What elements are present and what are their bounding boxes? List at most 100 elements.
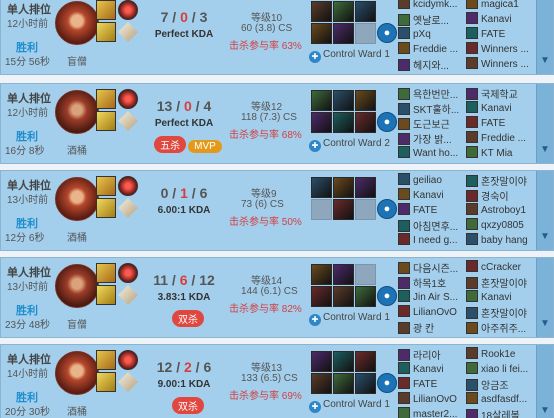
player-red[interactable]: 혼잣말이야	[466, 275, 536, 291]
player-red[interactable]: Rook1e	[466, 347, 536, 363]
item-slot[interactable]	[311, 351, 332, 372]
player-red[interactable]: Winners ...	[466, 57, 536, 73]
flash-spell-icon[interactable]	[96, 263, 116, 283]
player-blue[interactable]: Want ho...	[398, 146, 468, 162]
item-slot[interactable]	[355, 373, 376, 394]
champion-portrait[interactable]	[55, 90, 99, 134]
match-row[interactable]: 单人排位 13小时前 胜利 23分 48秒 盲僧 11 / 6 / 12 3.8…	[0, 257, 554, 338]
smite-spell-icon[interactable]	[96, 285, 116, 305]
expand-button[interactable]: ▼	[536, 345, 553, 418]
player-blue[interactable]: geiliao	[398, 173, 468, 189]
player-blue[interactable]: LilianOvO	[398, 305, 468, 321]
trinket-icon[interactable]: ●	[377, 112, 397, 132]
item-slot[interactable]	[355, 351, 376, 372]
match-row[interactable]: 单人排位 14小时前 胜利 20分 30秒 酒桶 12 / 2 / 6 9.00…	[0, 344, 554, 418]
item-slot[interactable]	[355, 264, 376, 285]
player-blue[interactable]: 가장 밝...	[398, 131, 468, 147]
player-red[interactable]: 아주쥐주...	[466, 320, 536, 336]
keystone-rune-icon[interactable]	[118, 89, 138, 109]
item-slot[interactable]	[311, 199, 332, 220]
smite-spell-icon[interactable]	[96, 372, 116, 392]
player-blue[interactable]: Jin Air S...	[398, 290, 468, 306]
item-slot[interactable]	[333, 112, 354, 133]
secondary-rune-icon[interactable]	[118, 22, 138, 42]
item-slot[interactable]	[333, 286, 354, 307]
champion-portrait[interactable]	[55, 177, 99, 221]
secondary-rune-icon[interactable]	[118, 372, 138, 392]
player-red[interactable]: qxzy0805	[466, 218, 536, 234]
keystone-rune-icon[interactable]	[118, 0, 138, 20]
keystone-rune-icon[interactable]	[118, 176, 138, 196]
item-slot[interactable]	[333, 264, 354, 285]
flash-spell-icon[interactable]	[96, 176, 116, 196]
item-slot[interactable]	[333, 23, 354, 44]
player-blue[interactable]: I need g...	[398, 233, 468, 249]
player-red[interactable]: asdfasdf...	[466, 392, 536, 408]
item-slot[interactable]	[311, 1, 332, 22]
item-slot[interactable]	[355, 286, 376, 307]
expand-button[interactable]: ▼	[536, 0, 553, 74]
player-red[interactable]: Kanavi	[466, 101, 536, 117]
expand-button[interactable]: ▼	[536, 84, 553, 163]
player-blue[interactable]: 광 칸	[398, 320, 468, 336]
item-slot[interactable]	[355, 177, 376, 198]
champion-portrait[interactable]	[55, 264, 99, 308]
player-blue[interactable]: 하목1호	[398, 275, 468, 291]
trinket-icon[interactable]: ●	[377, 199, 397, 219]
player-blue[interactable]: SKT훌하...	[398, 101, 468, 117]
player-red[interactable]: KT Mia	[466, 146, 536, 162]
trinket-icon[interactable]: ●	[377, 23, 397, 43]
item-slot[interactable]	[333, 177, 354, 198]
player-blue[interactable]: Kanavi	[398, 188, 468, 204]
smite-spell-icon[interactable]	[96, 198, 116, 218]
trinket-icon[interactable]: ●	[377, 373, 397, 393]
item-slot[interactable]	[333, 90, 354, 111]
secondary-rune-icon[interactable]	[118, 111, 138, 131]
player-blue[interactable]: 헤지와...	[398, 57, 468, 73]
item-slot[interactable]	[355, 1, 376, 22]
player-red[interactable]: xiao li fei...	[466, 362, 536, 378]
player-red[interactable]: 18살레볼	[466, 407, 536, 418]
player-red[interactable]: Winners ...	[466, 42, 536, 58]
item-slot[interactable]	[311, 90, 332, 111]
champion-portrait[interactable]	[55, 351, 99, 395]
flash-spell-icon[interactable]	[96, 89, 116, 109]
player-blue[interactable]: FATE	[398, 377, 468, 393]
item-slot[interactable]	[333, 199, 354, 220]
item-slot[interactable]	[355, 199, 376, 220]
expand-button[interactable]: ▼	[536, 171, 553, 250]
player-blue[interactable]: 욕한번만...	[398, 86, 468, 102]
player-red[interactable]: Astroboy1	[466, 203, 536, 219]
player-red[interactable]: 앙금조	[466, 377, 536, 393]
player-blue[interactable]: 라리아	[398, 347, 468, 363]
item-slot[interactable]	[311, 286, 332, 307]
player-red[interactable]: 혼잣말이야	[466, 173, 536, 189]
player-red[interactable]: FATE	[466, 116, 536, 132]
match-row[interactable]: 单人排位 12小时前 胜利 16分 8秒 酒桶 13 / 0 / 4 Perfe…	[0, 83, 554, 164]
expand-button[interactable]: ▼	[536, 258, 553, 337]
item-slot[interactable]	[355, 23, 376, 44]
player-red[interactable]: FATE	[466, 27, 536, 43]
keystone-rune-icon[interactable]	[118, 263, 138, 283]
player-blue[interactable]: pXq	[398, 27, 468, 43]
flash-spell-icon[interactable]	[96, 350, 116, 370]
player-red[interactable]: cCracker	[466, 260, 536, 276]
flash-spell-icon[interactable]	[96, 0, 116, 20]
player-blue[interactable]: 다음시즌...	[398, 260, 468, 276]
player-blue[interactable]: FATE	[398, 203, 468, 219]
player-blue[interactable]: 도근보근	[398, 116, 468, 132]
item-slot[interactable]	[311, 373, 332, 394]
secondary-rune-icon[interactable]	[118, 198, 138, 218]
match-row[interactable]: 单人排位 12小时前 胜利 15分 56秒 盲僧 7 / 0 / 3 Perfe…	[0, 0, 554, 75]
match-row[interactable]: 单人排位 13小时前 胜利 12分 6秒 酒桶 0 / 1 / 6 6.00:1…	[0, 170, 554, 251]
item-slot[interactable]	[355, 90, 376, 111]
player-red[interactable]: Kanavi	[466, 290, 536, 306]
item-slot[interactable]	[311, 177, 332, 198]
smite-spell-icon[interactable]	[96, 22, 116, 42]
item-slot[interactable]	[333, 373, 354, 394]
player-red[interactable]: baby hang	[466, 233, 536, 249]
item-slot[interactable]	[311, 112, 332, 133]
item-slot[interactable]	[355, 112, 376, 133]
champion-portrait[interactable]	[55, 1, 99, 45]
player-red[interactable]: 국제학교	[466, 86, 536, 102]
